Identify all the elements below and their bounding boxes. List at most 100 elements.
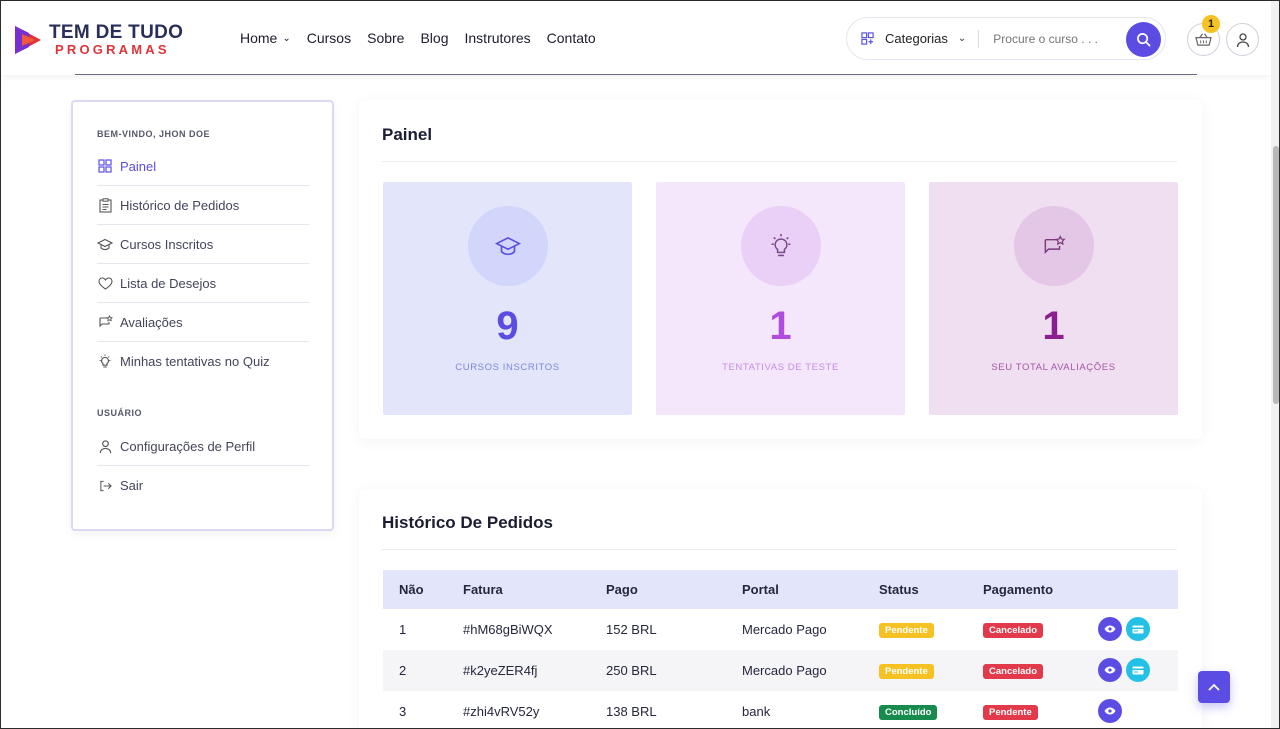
sidebar-item-painel[interactable]: Painel <box>97 147 309 186</box>
categories-dropdown[interactable]: Categorias <box>885 31 948 46</box>
cell-invoice: #hM68gBiWQX <box>463 622 553 637</box>
nav-contato[interactable]: Contato <box>547 30 596 46</box>
chevron-down-icon: ⌄ <box>282 32 291 44</box>
nav-cursos[interactable]: Cursos <box>307 30 351 46</box>
grid-icon <box>97 158 113 174</box>
view-order-button[interactable] <box>1098 617 1122 641</box>
view-order-button[interactable] <box>1098 658 1122 682</box>
sidebar-item-label: Avaliações <box>120 314 183 330</box>
col-header: Pagamento <box>983 582 1054 597</box>
eye-icon <box>1104 625 1116 633</box>
site-logo[interactable]: TEM DE TUDO PROGRAMAS <box>13 23 183 56</box>
main-nav: Home ⌄ Cursos Sobre Blog Instrutores Cont… <box>240 30 612 46</box>
cell-paid: 152 BRL <box>606 622 657 637</box>
pay-order-button[interactable] <box>1126 658 1150 682</box>
bulb-icon <box>771 234 791 257</box>
sidebar-item-desejos[interactable]: Lista de Desejos <box>97 264 309 303</box>
browser-viewport: TEM DE TUDO PROGRAMAS Home ⌄ Cursos Sobre… <box>0 0 1280 729</box>
cell-invoice: #k2yeZER4fj <box>463 663 538 678</box>
col-header: Pago <box>606 582 638 597</box>
sidebar-item-perfil[interactable]: Configurações de Perfil <box>97 427 309 466</box>
sidebar-item-quiz[interactable]: Minhas tentativas no Quiz <box>97 342 309 381</box>
stat-value: 1 <box>1042 304 1065 348</box>
heart-icon <box>97 275 113 291</box>
sidebar-item-label: Histórico de Pedidos <box>120 197 240 213</box>
stat-value: 9 <box>496 304 519 348</box>
payment-badge: Cancelado <box>983 623 1044 638</box>
search-icon <box>1137 33 1151 47</box>
course-search-bar: Categorias ⌄ <box>846 17 1166 60</box>
stat-icon-circle <box>1014 206 1094 286</box>
sidebar-item-cursos[interactable]: Cursos Inscritos <box>97 225 309 264</box>
nav-sobre[interactable]: Sobre <box>367 30 404 46</box>
cell-invoice: #zhi4vRV52y <box>463 704 540 719</box>
cart-count-badge: 1 <box>1202 15 1220 33</box>
table-row: 3 #zhi4vRV52y 138 BRL bank Concluído Pen… <box>383 691 1178 728</box>
cell-portal: Mercado Pago <box>742 622 827 637</box>
categories-grid-icon <box>861 32 874 45</box>
credit-card-icon <box>1132 625 1144 633</box>
table-row: 1 #hM68gBiWQX 152 BRL Mercado Pago Pende… <box>383 609 1178 650</box>
payment-badge: Cancelado <box>983 664 1044 679</box>
search-input[interactable] <box>993 31 1106 46</box>
cell-portal: bank <box>742 704 771 719</box>
eye-icon <box>1104 666 1116 674</box>
stat-value: 1 <box>769 304 792 348</box>
stat-label: SEU TOTAL AVALIAÇÕES <box>991 362 1116 373</box>
scroll-to-top-button[interactable] <box>1198 671 1230 703</box>
orders-title: Histórico De Pedidos <box>382 513 553 532</box>
cell-number: 2 <box>399 663 407 678</box>
pay-order-button[interactable] <box>1126 617 1150 641</box>
panel-divider <box>382 549 1177 550</box>
graduation-cap-icon <box>495 236 521 256</box>
user-account-button[interactable] <box>1226 23 1259 56</box>
clipboard-icon <box>97 197 113 213</box>
sidebar-item-sair[interactable]: Sair <box>97 466 309 505</box>
col-header: Status <box>879 582 919 597</box>
user-section-heading: USUÁRIO <box>97 408 143 418</box>
panel-divider <box>382 161 1177 162</box>
sidebar-item-historico[interactable]: Histórico de Pedidos <box>97 186 309 225</box>
logo-mark-icon <box>15 25 41 54</box>
nav-instrutores[interactable]: Instrutores <box>465 30 531 46</box>
stat-card-courses: 9 CURSOS INSCRITOS <box>383 182 632 415</box>
review-icon <box>97 314 113 330</box>
search-button[interactable] <box>1126 22 1161 57</box>
cell-paid: 138 BRL <box>606 704 657 719</box>
stat-label: CURSOS INSCRITOS <box>455 362 560 373</box>
status-badge: Concluído <box>879 705 938 720</box>
nav-home[interactable]: Home ⌄ <box>240 30 291 46</box>
graduation-cap-icon <box>97 236 113 252</box>
view-order-button[interactable] <box>1098 699 1122 723</box>
scrollbar-thumb[interactable] <box>1273 146 1279 404</box>
sidebar-item-label: Sair <box>120 478 144 493</box>
stat-icon-circle <box>741 206 821 286</box>
table-row: 2 #k2yeZER4fj 250 BRL Mercado Pago Pende… <box>383 650 1178 691</box>
stat-label: TENTATIVAS DE TESTE <box>722 362 839 373</box>
logo-subtitle: PROGRAMAS <box>55 42 170 57</box>
col-header: Portal <box>742 582 779 597</box>
sidebar-item-avaliacoes[interactable]: Avaliações <box>97 303 309 342</box>
nav-blog[interactable]: Blog <box>420 30 448 46</box>
orders-table-header: Não Fatura Pago Portal Status Pagamento <box>383 570 1178 609</box>
basket-icon <box>1195 33 1212 46</box>
col-header: Fatura <box>463 582 503 597</box>
col-header: Não <box>399 582 424 597</box>
sidebar-item-label: Configurações de Perfil <box>120 438 256 454</box>
stat-card-reviews: 1 SEU TOTAL AVALIAÇÕES <box>929 182 1178 415</box>
sidebar-item-label: Painel <box>120 158 157 174</box>
site-header: TEM DE TUDO PROGRAMAS Home ⌄ Cursos Sobre… <box>1 1 1271 75</box>
page-title: Painel <box>382 125 433 144</box>
bulb-icon <box>97 354 113 370</box>
sidebar-item-label: Minhas tentativas no Quiz <box>120 354 270 369</box>
payment-badge: Pendente <box>983 705 1038 720</box>
review-icon <box>1044 235 1066 254</box>
status-badge: Pendente <box>879 623 934 638</box>
eye-icon <box>1104 707 1116 715</box>
dashboard-sidebar: BEM-VINDO, JHON DOE Painel Histórico de … <box>71 100 334 531</box>
sidebar-item-label: Cursos Inscritos <box>120 236 214 252</box>
status-badge: Pendente <box>879 664 934 679</box>
logout-icon <box>97 478 113 494</box>
welcome-heading: BEM-VINDO, JHON DOE <box>97 129 211 139</box>
stat-icon-circle <box>468 206 548 286</box>
